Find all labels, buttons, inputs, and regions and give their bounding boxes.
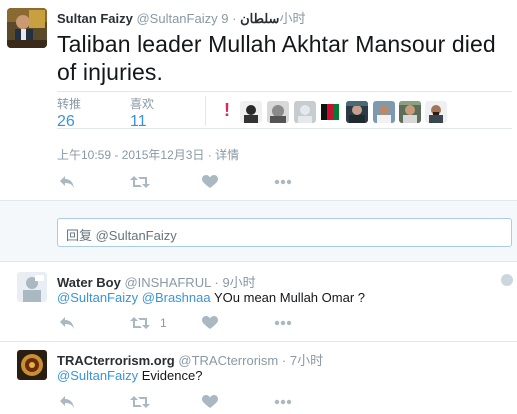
likes-count: 11 xyxy=(130,113,147,130)
reply-text: @SultanFaizy Evidence? xyxy=(57,368,202,383)
reply-header: TRACterrorism.org @TRACterrorism · 7小时 xyxy=(57,350,323,369)
avatar[interactable] xyxy=(7,8,47,48)
reply-time[interactable]: 7小时 xyxy=(290,353,323,368)
retweet-button[interactable] xyxy=(130,172,150,192)
separator: · xyxy=(214,275,219,290)
author-name[interactable]: Water Boy xyxy=(57,275,121,290)
exclamation-avatar[interactable]: ! xyxy=(222,100,232,120)
reply-body: Evidence? xyxy=(138,368,203,383)
reply-actions: 1 xyxy=(57,313,307,333)
tweet-actions xyxy=(57,172,307,192)
avatar[interactable] xyxy=(17,272,47,302)
retweet-icon xyxy=(130,316,150,330)
reply-icon xyxy=(59,316,75,330)
retweet-icon xyxy=(130,175,150,189)
reply-actions xyxy=(57,392,307,412)
meta-separator: · xyxy=(204,148,216,162)
tweet-text: Taliban leader Mullah Akhtar Mansour die… xyxy=(57,31,496,85)
retweet-icon xyxy=(130,395,150,409)
reply-composer: 回复 @SultanFaizy xyxy=(0,200,517,262)
liker-avatar[interactable] xyxy=(373,101,395,123)
liker-avatar[interactable] xyxy=(267,101,289,123)
liker-avatar[interactable] xyxy=(240,101,262,123)
tweet-timestamp: 上午10:59 - 2015年12月3日 xyxy=(57,148,205,162)
reply-header: Water Boy @INSHAFRUL · 9小时 xyxy=(57,272,256,291)
mention-link[interactable]: @Brashnaa xyxy=(142,290,211,305)
reply-icon xyxy=(59,395,75,409)
more-icon xyxy=(274,399,292,405)
like-button[interactable] xyxy=(202,313,218,333)
liker-avatar[interactable] xyxy=(294,101,316,123)
reply-tweet: TRACterrorism.org @TRACterrorism · 7小时 @… xyxy=(0,342,517,414)
reply-tweet: Water Boy @INSHAFRUL · 9小时 @SultanFaizy … xyxy=(0,262,517,342)
retweet-count: 1 xyxy=(160,316,167,330)
more-button[interactable] xyxy=(274,313,292,333)
tweet-stats: 转推 26 喜欢 11 ! xyxy=(57,91,512,131)
more-icon xyxy=(274,320,292,326)
globe-icon xyxy=(501,274,513,286)
tweet-header: Sultan Faizy @SultanFaizy سلطان · 9小时 xyxy=(57,8,305,27)
liker-avatar[interactable] xyxy=(346,101,368,123)
more-button[interactable] xyxy=(274,172,292,192)
reply-button[interactable] xyxy=(59,172,75,192)
author-name[interactable]: Sultan Faizy xyxy=(57,11,133,26)
tweet-meta: 上午10:59 - 2015年12月3日 · 详情 xyxy=(57,146,239,163)
main-tweet: Sultan Faizy @SultanFaizy سلطان · 9小时 Ta… xyxy=(0,0,517,200)
reply-body: YOu mean Mullah Omar ? xyxy=(210,290,365,305)
likes-stat[interactable]: 喜欢 11 xyxy=(130,95,154,131)
details-link[interactable]: 详情 xyxy=(215,148,239,162)
more-icon xyxy=(274,179,292,185)
reply-icon xyxy=(59,175,75,189)
likes-label: 喜欢 xyxy=(130,97,155,111)
reply-button[interactable] xyxy=(59,313,75,333)
like-button[interactable] xyxy=(202,172,218,192)
mention-link[interactable]: @SultanFaizy xyxy=(57,368,138,383)
author-handle[interactable]: @SultanFaizy xyxy=(136,11,217,26)
heart-icon xyxy=(202,395,218,409)
liker-avatar[interactable] xyxy=(319,101,341,123)
separator: · xyxy=(232,11,237,26)
avatar[interactable] xyxy=(17,350,47,380)
like-button[interactable] xyxy=(202,392,218,412)
retweet-button[interactable] xyxy=(130,392,150,412)
retweets-label: 转推 xyxy=(57,97,82,111)
separator: · xyxy=(281,353,287,368)
author-name[interactable]: TRACterrorism.org xyxy=(57,353,175,368)
reply-input[interactable]: 回复 @SultanFaizy xyxy=(57,218,512,247)
reply-button[interactable] xyxy=(59,392,75,412)
stats-divider xyxy=(205,96,206,126)
retweets-count: 26 xyxy=(57,113,75,130)
reply-time[interactable]: 9小时 xyxy=(222,275,255,290)
author-handle[interactable]: @INSHAFRUL xyxy=(124,275,210,290)
author-handle[interactable]: @TRACterrorism xyxy=(178,353,278,368)
retweets-stat[interactable]: 转推 26 xyxy=(57,95,81,131)
liker-avatar[interactable] xyxy=(425,101,447,123)
reply-text: @SultanFaizy @Brashnaa YOu mean Mullah O… xyxy=(57,290,365,305)
author-arabic-name: سلطان xyxy=(240,11,280,26)
retweet-button[interactable]: 1 xyxy=(130,313,167,333)
heart-icon xyxy=(202,175,218,189)
heart-icon xyxy=(202,316,218,330)
more-button[interactable] xyxy=(274,392,292,412)
mention-link[interactable]: @SultanFaizy xyxy=(57,290,138,305)
liker-avatar[interactable] xyxy=(399,101,421,123)
